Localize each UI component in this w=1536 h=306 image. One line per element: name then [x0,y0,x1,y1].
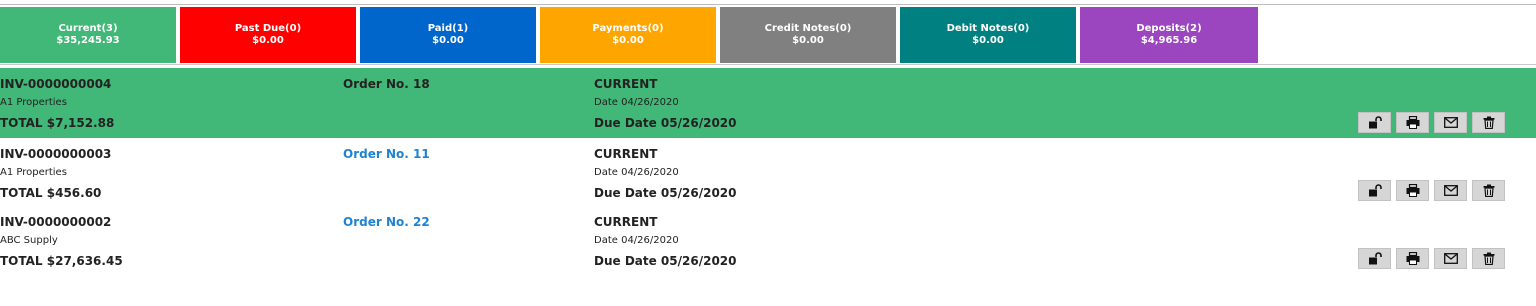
invoice-row[interactable]: INV-0000000003 A1 Properties TOTAL $456.… [0,138,1536,206]
tab-amount: $0.00 [792,35,824,46]
print-button[interactable] [1396,112,1429,133]
order-link[interactable]: Order No. 11 [343,147,430,161]
due-date: Due Date 05/26/2020 [594,186,737,200]
invoice-total: TOTAL $456.60 [0,186,102,200]
tab-label: Deposits(2) [1136,23,1202,34]
delete-button[interactable] [1472,248,1505,269]
tab-credit-notes[interactable]: Credit Notes(0) $0.00 [720,7,896,63]
trash-icon [1483,252,1494,265]
trash-icon [1483,116,1494,129]
due-date: Due Date 05/26/2020 [594,254,737,268]
tab-label: Past Due(0) [234,23,302,34]
email-icon [1443,117,1458,128]
unlock-button[interactable] [1358,112,1391,133]
trash-icon [1483,184,1494,197]
unlock-icon [1368,116,1382,129]
unlock-icon [1368,184,1382,197]
tab-paid[interactable]: Paid(1) $0.00 [360,7,536,63]
print-icon [1406,116,1419,129]
invoice-row[interactable]: INV-0000000004 A1 Properties TOTAL $7,15… [0,68,1536,138]
unlock-button[interactable] [1358,248,1391,269]
print-icon [1406,184,1419,197]
customer-name: A1 Properties [0,97,67,108]
tab-amount: $0.00 [432,35,464,46]
invoice-date: Date 04/26/2020 [594,235,679,246]
tab-label: Credit Notes(0) [764,23,852,34]
tab-amount: $0.00 [612,35,644,46]
row-actions [1358,112,1505,133]
unlock-button[interactable] [1358,180,1391,201]
tab-amount: $0.00 [972,35,1004,46]
order-link[interactable]: Order No. 18 [343,77,430,91]
invoice-status-tabs: Current(3) $35,245.93 Past Due(0) $0.00 … [0,7,1258,63]
invoice-date: Date 04/26/2020 [594,167,679,178]
invoice-total: TOTAL $7,152.88 [0,116,115,130]
email-button[interactable] [1434,112,1467,133]
print-icon [1406,252,1419,265]
row-actions [1358,248,1505,269]
invoice-list: INV-0000000004 A1 Properties TOTAL $7,15… [0,68,1536,274]
delete-button[interactable] [1472,112,1505,133]
invoice-number: INV-0000000004 [0,77,112,91]
unlock-icon [1368,252,1382,265]
invoice-date: Date 04/26/2020 [594,97,679,108]
invoice-number: INV-0000000003 [0,147,112,161]
delete-button[interactable] [1472,180,1505,201]
invoice-total: TOTAL $27,636.45 [0,254,123,268]
invoice-status: CURRENT [594,215,658,229]
email-button[interactable] [1434,248,1467,269]
tab-label: Paid(1) [427,23,469,34]
tab-label: Payments(0) [592,23,664,34]
customer-name: ABC Supply [0,235,58,246]
invoice-status: CURRENT [594,77,658,91]
tab-past-due[interactable]: Past Due(0) $0.00 [180,7,356,63]
invoice-status: CURRENT [594,147,658,161]
tab-amount: $35,245.93 [56,35,120,46]
print-button[interactable] [1396,180,1429,201]
tab-label: Current(3) [58,23,118,34]
email-button[interactable] [1434,180,1467,201]
tab-deposits[interactable]: Deposits(2) $4,965.96 [1080,7,1258,63]
tab-payments[interactable]: Payments(0) $0.00 [540,7,716,63]
customer-name: A1 Properties [0,167,67,178]
print-button[interactable] [1396,248,1429,269]
tab-amount: $0.00 [252,35,284,46]
invoice-row[interactable]: INV-0000000002 ABC Supply TOTAL $27,636.… [0,206,1536,274]
tab-debit-notes[interactable]: Debit Notes(0) $0.00 [900,7,1076,63]
tab-amount: $4,965.96 [1140,35,1198,46]
invoice-number: INV-0000000002 [0,215,112,229]
row-actions [1358,180,1505,201]
due-date: Due Date 05/26/2020 [594,116,737,130]
top-divider [0,4,1536,5]
tabs-divider [0,64,1536,65]
order-link[interactable]: Order No. 22 [343,215,430,229]
email-icon [1443,253,1458,264]
tab-label: Debit Notes(0) [946,23,1030,34]
tab-current[interactable]: Current(3) $35,245.93 [0,7,176,63]
email-icon [1443,185,1458,196]
